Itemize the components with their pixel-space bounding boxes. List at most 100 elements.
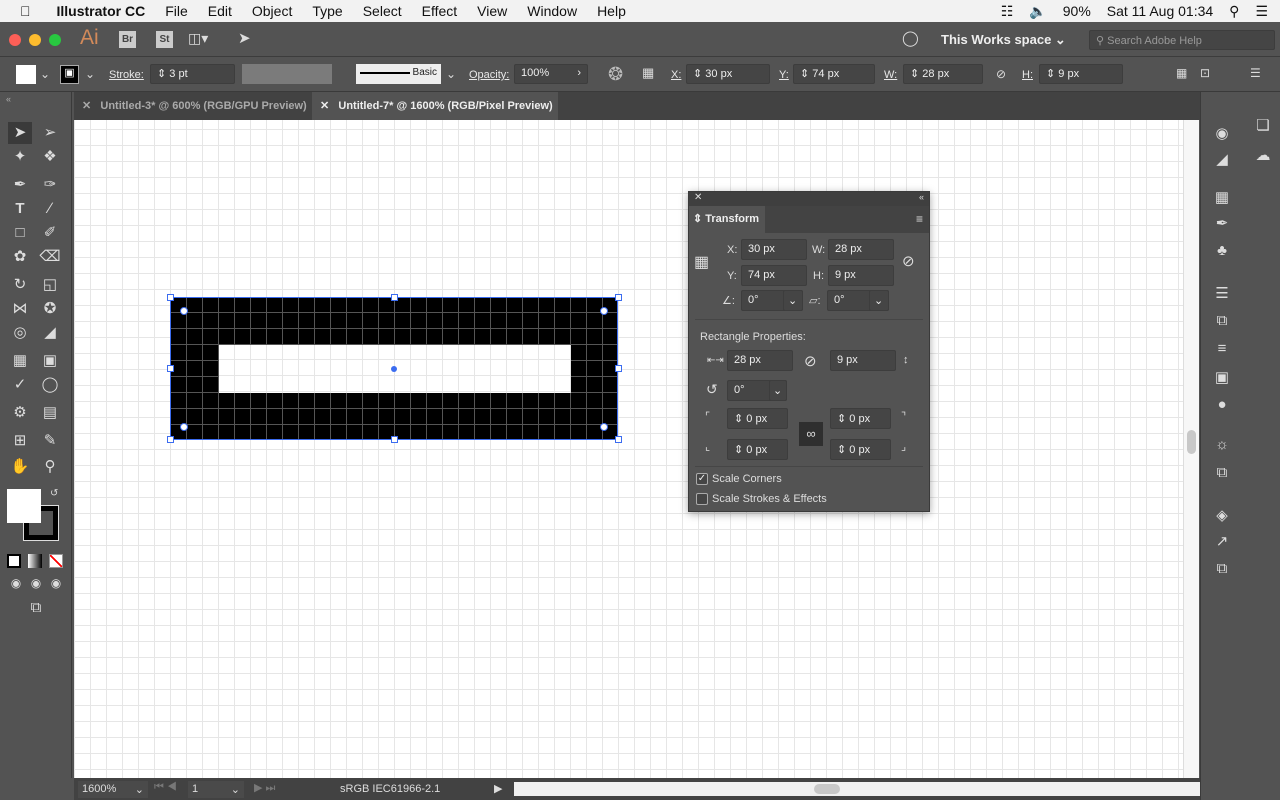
color-guide-icon[interactable]: ◢ bbox=[1210, 150, 1234, 168]
color-profile[interactable]: sRGB IEC61966-2.1 bbox=[340, 783, 440, 795]
gradient-mode-button[interactable] bbox=[28, 554, 42, 568]
pathfinder-icon[interactable]: ⧉ bbox=[1210, 312, 1234, 329]
menu-view[interactable]: View bbox=[477, 3, 507, 19]
eraser-tool-icon[interactable]: ⌫ bbox=[38, 246, 62, 268]
h-input[interactable]: ⇕ 9 px bbox=[1039, 64, 1123, 84]
graphic-styles-icon[interactable]: ⧉ bbox=[1210, 464, 1234, 481]
gradient-panel-icon[interactable]: ▣ bbox=[1210, 368, 1234, 386]
blend-tool-icon[interactable]: ◯ bbox=[38, 374, 62, 396]
draw-inside-icon[interactable]: ◉ bbox=[44, 572, 68, 594]
perspective-grid-tool-icon[interactable]: ◢ bbox=[38, 322, 62, 344]
zoom-window-button[interactable] bbox=[49, 34, 61, 46]
workspace-switcher[interactable]: This Works space ⌄ bbox=[941, 32, 1066, 48]
menu-file[interactable]: File bbox=[165, 3, 188, 19]
scale-strokes-checkbox[interactable] bbox=[696, 493, 708, 505]
bounding-handle[interactable] bbox=[391, 436, 398, 443]
menu-select[interactable]: Select bbox=[363, 3, 402, 19]
transform-tab[interactable]: ⇕ Transform bbox=[689, 206, 765, 233]
menu-app-name[interactable]: Illustrator CC bbox=[57, 3, 146, 19]
corner-bl-input[interactable]: ⇕ 0 px bbox=[727, 439, 788, 460]
swatches-icon[interactable]: ▦ bbox=[1210, 188, 1234, 206]
corner-widget[interactable] bbox=[600, 423, 608, 431]
stock-button[interactable]: St bbox=[156, 31, 173, 48]
clock[interactable]: Sat 11 Aug 01:34 bbox=[1107, 3, 1213, 20]
bounding-handle[interactable] bbox=[615, 436, 622, 443]
panel-menu-icon[interactable]: ≡ bbox=[916, 212, 923, 226]
horizontal-scrollbar[interactable] bbox=[514, 782, 1200, 796]
tab-untitled-7[interactable]: ✕ Untitled-7* @ 1600% (RGB/Pixel Preview… bbox=[312, 92, 558, 120]
x-input[interactable]: ⇕ 30 px bbox=[686, 64, 770, 84]
corner-tr-input[interactable]: ⇕ 0 px bbox=[830, 408, 891, 429]
bridge-button[interactable]: Br bbox=[119, 31, 136, 48]
first-artboard-button[interactable]: ⏮ ◀ bbox=[154, 781, 177, 794]
reference-point-icon[interactable]: ▦ bbox=[694, 252, 709, 272]
symbol-sprayer-tool-icon[interactable]: ⚙ bbox=[8, 402, 32, 424]
panel-titlebar[interactable]: ✕ « bbox=[689, 192, 929, 206]
stroke-swatch[interactable]: ▣ bbox=[60, 65, 79, 84]
gradient-tool-icon[interactable]: ▣ bbox=[38, 350, 62, 372]
fill-dropdown[interactable]: ⌄ bbox=[40, 67, 50, 81]
gpu-performance-icon[interactable]: ➤ bbox=[238, 29, 251, 47]
bounding-handle[interactable] bbox=[391, 294, 398, 301]
lightbulb-icon[interactable]: ◯ bbox=[902, 29, 919, 47]
pen-tool-icon[interactable]: ✒ bbox=[8, 174, 32, 196]
export-icon[interactable]: ↗ bbox=[1210, 532, 1234, 550]
apple-icon[interactable]:  bbox=[20, 3, 31, 19]
libraries-icon[interactable]: ❏ bbox=[1251, 116, 1275, 134]
brushes-icon[interactable]: ✒ bbox=[1210, 214, 1234, 232]
pixel-snap-icon[interactable]: ⊡ bbox=[1200, 66, 1210, 80]
spotlight-icon[interactable]: ⚲ bbox=[1229, 3, 1239, 20]
mesh-tool-icon[interactable]: ▦ bbox=[8, 350, 32, 372]
w-input[interactable]: ⇕ 28 px bbox=[903, 64, 983, 84]
h-scroll-thumb[interactable] bbox=[814, 784, 840, 794]
corner-br-input[interactable]: ⇕ 0 px bbox=[830, 439, 891, 460]
artboard-tool-icon[interactable]: ⊞ bbox=[8, 430, 32, 452]
minimize-window-button[interactable] bbox=[29, 34, 41, 46]
selection-tool-icon[interactable]: ➤ bbox=[8, 122, 32, 144]
align-icon[interactable]: ▦ bbox=[1176, 66, 1187, 80]
scale-tool-icon[interactable]: ◱ bbox=[38, 274, 62, 296]
panel-close-icon[interactable]: ✕ bbox=[694, 192, 702, 203]
menu-effect[interactable]: Effect bbox=[422, 3, 458, 19]
menu-object[interactable]: Object bbox=[252, 3, 292, 19]
corner-widget[interactable] bbox=[180, 423, 188, 431]
tab-untitled-3[interactable]: ✕ Untitled-3* @ 600% (RGB/GPU Preview) bbox=[74, 92, 312, 120]
search-help-input[interactable]: ⚲ Search Adobe Help bbox=[1089, 30, 1275, 50]
reference-point-icon[interactable]: ▦ bbox=[642, 65, 654, 81]
fill-swatch[interactable] bbox=[16, 65, 36, 84]
stroke-dropdown[interactable]: ⌄ bbox=[85, 67, 95, 81]
align-panel-icon[interactable]: ☰ bbox=[1210, 284, 1234, 302]
recolor-artwork-icon[interactable]: ❂ bbox=[608, 64, 623, 85]
rectangle-tool-icon[interactable]: □ bbox=[8, 222, 32, 244]
vertical-scrollbar[interactable] bbox=[1183, 120, 1199, 778]
bounding-handle[interactable] bbox=[167, 436, 174, 443]
control-menu-icon[interactable]: ☰ bbox=[1250, 66, 1261, 80]
rect-width-input[interactable]: 28 px bbox=[727, 350, 793, 371]
direct-selection-tool-icon[interactable]: ➢ bbox=[38, 122, 62, 144]
transform-x-input[interactable]: 30 px bbox=[741, 239, 807, 260]
magic-wand-tool-icon[interactable]: ✦ bbox=[8, 146, 32, 168]
eyedropper-tool-icon[interactable]: ✓ bbox=[8, 374, 32, 396]
zoom-level-input[interactable]: 1600% ⌄ bbox=[78, 781, 148, 798]
constrain-rect-icon[interactable]: ⊘ bbox=[804, 352, 817, 370]
bounding-handle[interactable] bbox=[167, 365, 174, 372]
artboard-canvas[interactable] bbox=[74, 120, 1183, 778]
collapse-icon[interactable]: « bbox=[6, 94, 11, 104]
line-tool-icon[interactable]: ∕ bbox=[38, 198, 62, 220]
width-tool-icon[interactable]: ⋈ bbox=[8, 298, 32, 320]
artboard-number-input[interactable]: 1 ⌄ bbox=[188, 781, 244, 798]
screen-mode-icon[interactable]: ⧉ bbox=[24, 597, 48, 619]
wifi-icon[interactable]: ☷ bbox=[1001, 3, 1014, 20]
scroll-thumb[interactable] bbox=[1187, 430, 1196, 454]
curvature-tool-icon[interactable]: ✑ bbox=[38, 174, 62, 196]
rect-angle-dropdown[interactable]: ⌄ bbox=[769, 380, 787, 401]
shape-builder-tool-icon[interactable]: ◎ bbox=[8, 322, 32, 344]
menu-help[interactable]: Help bbox=[597, 3, 626, 19]
color-panel-icon[interactable]: ◉ bbox=[1210, 124, 1234, 142]
lasso-tool-icon[interactable]: ❖ bbox=[38, 146, 62, 168]
menu-edit[interactable]: Edit bbox=[208, 3, 232, 19]
arrange-documents-icon[interactable]: ◫▾ bbox=[188, 30, 208, 47]
bounding-handle[interactable] bbox=[615, 294, 622, 301]
corner-widget[interactable] bbox=[600, 307, 608, 315]
shear-angle-dropdown[interactable]: ⌄ bbox=[869, 290, 889, 311]
